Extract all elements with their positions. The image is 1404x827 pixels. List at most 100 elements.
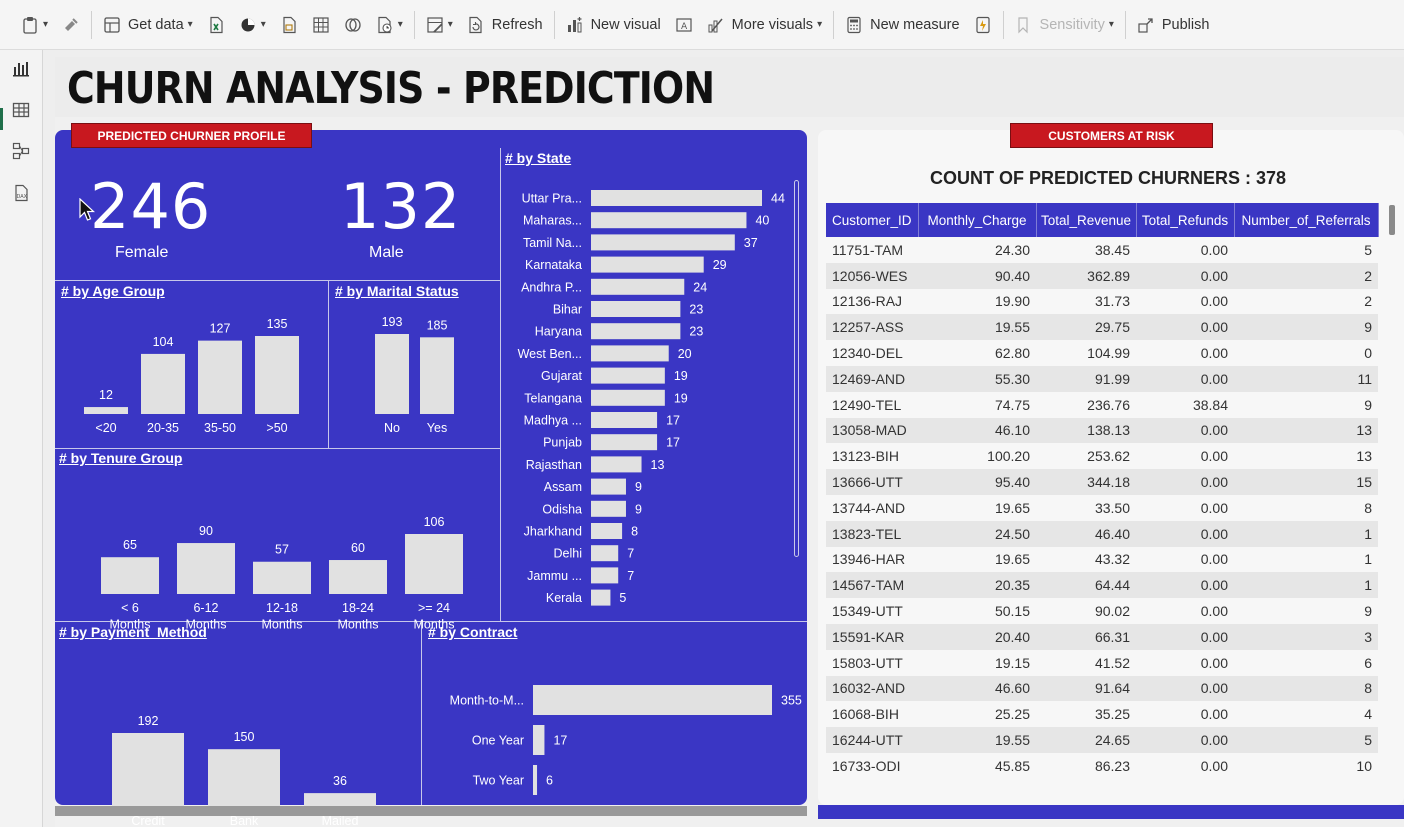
table-row[interactable]: 13744-AND 19.65 33.50 0.00 8	[826, 494, 1378, 521]
table-view-icon[interactable]	[10, 99, 32, 121]
chart-tenure-bar	[329, 560, 387, 594]
table-row[interactable]: 16068-BIH 25.25 35.25 0.00 4	[826, 701, 1378, 728]
table-row[interactable]: 16733-ODI 45.85 86.23 0.00 10	[826, 752, 1378, 779]
chart-contract-category-label: Month-to-M...	[450, 694, 524, 708]
table-row[interactable]: 16244-UTT 19.55 24.65 0.00 5	[826, 727, 1378, 753]
chart-contract-category-label: Two Year	[473, 774, 524, 788]
paste-button[interactable]: ▾	[14, 7, 55, 43]
chart-age-data-label: 12	[99, 388, 113, 402]
table-cell: 0.00	[1136, 520, 1234, 547]
table-cell: 16733-ODI	[826, 752, 918, 779]
chart-contract-bar	[533, 725, 545, 755]
text-box-button[interactable]: A	[668, 7, 700, 43]
model-view-icon[interactable]	[10, 140, 32, 162]
chart-marital-bar	[420, 337, 454, 414]
dax-query-view-icon[interactable]: DAX	[10, 182, 32, 204]
chart-state-data-label: 13	[651, 458, 665, 472]
column-header[interactable]: Monthly_Charge	[918, 203, 1037, 237]
column-header[interactable]: Total_Revenue	[1036, 203, 1137, 237]
table-row[interactable]: 12340-DEL 62.80 104.99 0.00 0	[826, 340, 1378, 366]
quick-measure-button[interactable]	[967, 7, 999, 43]
data-hub-button[interactable]: ▾	[232, 7, 273, 43]
table-cell: 253.62	[1036, 443, 1136, 470]
table-row[interactable]: 14567-TAM 20.35 64.44 0.00 1	[826, 572, 1378, 599]
state-chart-scrollbar[interactable]	[794, 180, 799, 557]
table-cell: 19.65	[918, 494, 1036, 521]
table-cell: 31.73	[1036, 288, 1136, 315]
table-cell: 38.84	[1136, 391, 1234, 418]
chart-state-category-label: Bihar	[553, 303, 582, 317]
table-cell: 15	[1234, 469, 1378, 495]
active-view-indicator	[0, 108, 3, 130]
refresh-button[interactable]: Refresh	[460, 7, 550, 43]
transform-button[interactable]: ▾	[419, 7, 460, 43]
predicted-churner-profile-tag: PREDICTED CHURNER PROFILE	[71, 123, 312, 148]
table-cell: 46.60	[918, 675, 1036, 702]
more-visuals-button[interactable]: More visuals ▾	[700, 7, 829, 43]
table-row[interactable]: 13946-HAR 19.65 43.32 0.00 1	[826, 546, 1378, 573]
sensitivity-button[interactable]: Sensitivity ▾	[1008, 7, 1121, 43]
canvas-scrollbar[interactable]	[55, 806, 807, 816]
table-row[interactable]: 15349-UTT 50.15 90.02 0.00 9	[826, 598, 1378, 624]
sql-button[interactable]	[273, 7, 305, 43]
table-cell: 16244-UTT	[826, 727, 918, 753]
excel-button[interactable]	[200, 7, 232, 43]
column-header[interactable]: Customer_ID	[826, 203, 919, 237]
table-cell: 25.25	[918, 701, 1036, 728]
column-header[interactable]: Number_of_Referrals	[1234, 203, 1379, 237]
get-data-button[interactable]: Get data ▾	[96, 7, 200, 43]
chart-state-bar	[591, 234, 735, 251]
chart-contract-bar	[533, 685, 772, 715]
table-cell: 6	[1234, 649, 1378, 676]
format-painter-button[interactable]	[55, 7, 87, 43]
table-row[interactable]: 13123-BIH 100.20 253.62 0.00 13	[826, 443, 1378, 470]
dataverse-button[interactable]	[337, 7, 369, 43]
chart-payment[interactable]: 192CreditCard150BankWithdrawal36MailedCh…	[55, 646, 421, 827]
table-row[interactable]: 12469-AND 55.30 91.99 0.00 11	[826, 365, 1378, 392]
table-cell: 362.89	[1036, 262, 1136, 289]
more-visuals-icon	[707, 16, 725, 34]
table-cell: 0.00	[1136, 314, 1234, 341]
chart-marital[interactable]: 193 No 185 Yes	[329, 306, 499, 446]
chart-state-category-label: Uttar Pra...	[522, 192, 582, 206]
enter-data-icon	[312, 16, 330, 34]
chart-state-data-label: 5	[619, 591, 626, 605]
table-row[interactable]: 16032-AND 46.60 91.64 0.00 8	[826, 675, 1378, 702]
table-scrollbar[interactable]	[1389, 205, 1395, 235]
table-cell: 2	[1234, 288, 1378, 315]
publish-button[interactable]: Publish	[1130, 7, 1217, 43]
chart-state-data-label: 29	[713, 258, 727, 272]
chart-age-data-label: 127	[210, 322, 231, 336]
table-cell: 0.00	[1136, 262, 1234, 289]
chart-state-category-label: Madhya ...	[524, 414, 582, 428]
table-row[interactable]: 12136-RAJ 19.90 31.73 0.00 2	[826, 288, 1378, 315]
chart-tenure[interactable]: 65 < 6 Months 90 6-12 Months 57 12-18 Months 60 18…	[55, 474, 499, 632]
sensitivity-icon	[1015, 16, 1033, 34]
enter-data-button[interactable]	[305, 7, 337, 43]
chart-state-data-label: 8	[631, 525, 638, 539]
recent-sources-button[interactable]: ▾	[369, 7, 410, 43]
new-measure-button[interactable]: New measure	[838, 7, 966, 43]
table-cell: 46.10	[918, 417, 1036, 444]
chart-state-bar	[591, 412, 658, 428]
table-row[interactable]: 12056-WES 90.40 362.89 0.00 2	[826, 262, 1378, 289]
table-row[interactable]: 13823-TEL 24.50 46.40 0.00 1	[826, 520, 1378, 547]
table-row[interactable]: 15803-UTT 19.15 41.52 0.00 6	[826, 649, 1378, 676]
chart-age[interactable]: 12 <20 104 20-35 127 35-50 135 >50	[55, 306, 327, 446]
report-view-icon[interactable]	[10, 58, 32, 80]
table-row[interactable]: 12257-ASS 19.55 29.75 0.00 9	[826, 314, 1378, 341]
chart-payment-data-label: 150	[234, 730, 255, 744]
excel-icon	[207, 16, 225, 34]
chart-state[interactable]: Uttar Pra... 44 Maharas... 40 Tamil Na... 37 K…	[503, 178, 793, 606]
new-visual-button[interactable]: New visual	[559, 7, 668, 43]
table-row[interactable]: 12490-TEL 74.75 236.76 38.84 9	[826, 391, 1378, 418]
table-row[interactable]: 13058-MAD 46.10 138.13 0.00 13	[826, 417, 1378, 444]
table-row[interactable]: 11751-TAM 24.30 38.45 0.00 5	[826, 237, 1378, 263]
chart-state-category-label: Delhi	[554, 547, 583, 561]
table-row[interactable]: 13666-UTT 95.40 344.18 0.00 15	[826, 469, 1378, 495]
chart-contract[interactable]: Month-to-M... 355 One Year 17 Two Year 6	[422, 646, 802, 795]
table-row[interactable]: 15591-KAR 20.40 66.31 0.00 3	[826, 623, 1378, 650]
column-header[interactable]: Total_Refunds	[1136, 203, 1235, 237]
chart-contract-data-label: 355	[781, 694, 802, 708]
table-cell: 0.00	[1136, 572, 1234, 599]
